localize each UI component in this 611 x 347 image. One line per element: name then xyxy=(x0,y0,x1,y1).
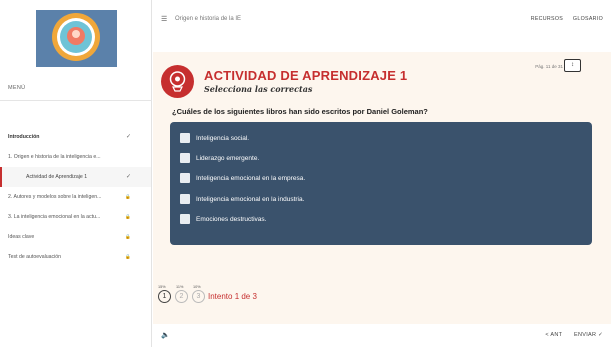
check-icon: ✓ xyxy=(125,174,131,180)
prev-button[interactable]: < ANT xyxy=(545,332,562,338)
checkbox[interactable] xyxy=(180,133,190,143)
attempts-indicator: 15% 11% 10% 1 2 3 Intento 1 de 3 xyxy=(158,276,358,316)
attempt-1-icon: 1 xyxy=(158,290,171,303)
hamburger-icon[interactable]: ☰ xyxy=(161,15,167,23)
sidebar-item-label: Actividad de Aprendizaje 1 xyxy=(26,174,88,180)
speaker-icon[interactable]: 🔈 xyxy=(161,331,170,339)
sidebar-item-introduccion[interactable]: Introducción ✓ xyxy=(0,127,151,147)
option-2[interactable]: Liderazgo emergente. xyxy=(180,152,560,168)
attempt-2-icon: 2 xyxy=(175,290,188,303)
navigation: < ANT ENVIAR ✓ xyxy=(535,332,603,338)
activity-subtitle: Selecciona las correctas xyxy=(204,84,313,94)
sidebar-item-autores[interactable]: 2. Autores y modelos sobre la inteligen.… xyxy=(0,187,151,207)
option-1[interactable]: Inteligencia social. xyxy=(180,132,560,148)
checkbox[interactable] xyxy=(180,173,190,183)
lock-icon: 🔒 xyxy=(125,234,131,239)
option-4[interactable]: Inteligencia emocional en la industria. xyxy=(180,193,560,209)
sidebar: MENÚ Introducción ✓ 1. Origen e historia… xyxy=(0,0,152,347)
sidebar-item-actividad-1[interactable]: Actividad de Aprendizaje 1 ✓ xyxy=(0,167,151,187)
activity-panel: ACTIVIDAD DE APRENDIZAJE 1 Selecciona la… xyxy=(153,52,611,324)
sidebar-item-label: 2. Autores y modelos sobre la inteligen.… xyxy=(8,194,102,200)
sidebar-item-label: Test de autoevaluación xyxy=(8,254,62,260)
question-text: ¿Cuáles de los siguientes libros han sid… xyxy=(172,107,428,116)
option-label: Inteligencia emocional en la empresa. xyxy=(196,175,306,182)
checkbox[interactable] xyxy=(180,214,190,224)
attempt-percent: 11% xyxy=(176,285,184,289)
option-label: Inteligencia social. xyxy=(196,135,250,142)
option-3[interactable]: Inteligencia emocional en la empresa. xyxy=(180,172,560,188)
checkbox[interactable] xyxy=(180,153,190,163)
sidebar-item-origen[interactable]: 1. Origen e historia de la inteligencia … xyxy=(0,147,151,167)
lock-icon: 🔒 xyxy=(125,254,131,259)
sidebar-item-label: Ideas clave xyxy=(8,234,35,240)
page-badge[interactable]: ↕ xyxy=(564,59,581,72)
sidebar-item-label: 3. La inteligencia emocional en la actu.… xyxy=(8,214,101,220)
lock-icon: 🔒 xyxy=(125,194,131,199)
divider xyxy=(0,100,152,101)
activity-title: ACTIVIDAD DE APRENDIZAJE 1 xyxy=(204,68,408,83)
checkbox[interactable] xyxy=(180,194,190,204)
attempt-text: Intento 1 de 3 xyxy=(208,292,257,301)
activity-icon xyxy=(161,65,194,98)
top-links: RECURSOS GLOSARIO xyxy=(523,16,603,22)
sidebar-item-label: 1. Origen e historia de la inteligencia … xyxy=(8,154,101,160)
option-5[interactable]: Emociones destructivas. xyxy=(180,213,560,229)
menu-title: MENÚ xyxy=(8,85,26,91)
attempt-percent: 15% xyxy=(158,285,166,289)
breadcrumb: Origen e historia de la IE xyxy=(175,16,242,22)
attempt-3-icon: 3 xyxy=(192,290,205,303)
attempt-percent: 10% xyxy=(193,285,201,289)
lock-icon: 🔒 xyxy=(125,214,131,219)
option-label: Liderazgo emergente. xyxy=(196,155,260,162)
option-label: Inteligencia emocional en la industria. xyxy=(196,196,305,203)
check-icon: ✓ xyxy=(125,134,131,140)
sidebar-item-inteligencia-actual[interactable]: 3. La inteligencia emocional en la actu.… xyxy=(0,207,151,227)
sidebar-item-label: Introducción xyxy=(8,134,40,140)
top-bar: ☰ Origen e historia de la IE RECURSOS GL… xyxy=(153,0,611,36)
sidebar-item-test[interactable]: Test de autoevaluación 🔒 xyxy=(0,247,151,267)
course-logo xyxy=(36,10,117,67)
app-root: MENÚ Introducción ✓ 1. Origen e historia… xyxy=(0,0,611,347)
glosario-link[interactable]: GLOSARIO xyxy=(573,16,603,22)
option-label: Emociones destructivas. xyxy=(196,216,267,223)
options-box: Inteligencia social. Liderazgo emergente… xyxy=(170,122,592,245)
sidebar-item-ideas-clave[interactable]: Ideas clave 🔒 xyxy=(0,227,151,247)
recursos-link[interactable]: RECURSOS xyxy=(531,16,563,22)
page-number: Pág. 11 de 31 xyxy=(535,64,563,69)
bottom-bar: 🔈 < ANT ENVIAR ✓ xyxy=(153,324,611,347)
submit-button[interactable]: ENVIAR ✓ xyxy=(574,332,603,338)
